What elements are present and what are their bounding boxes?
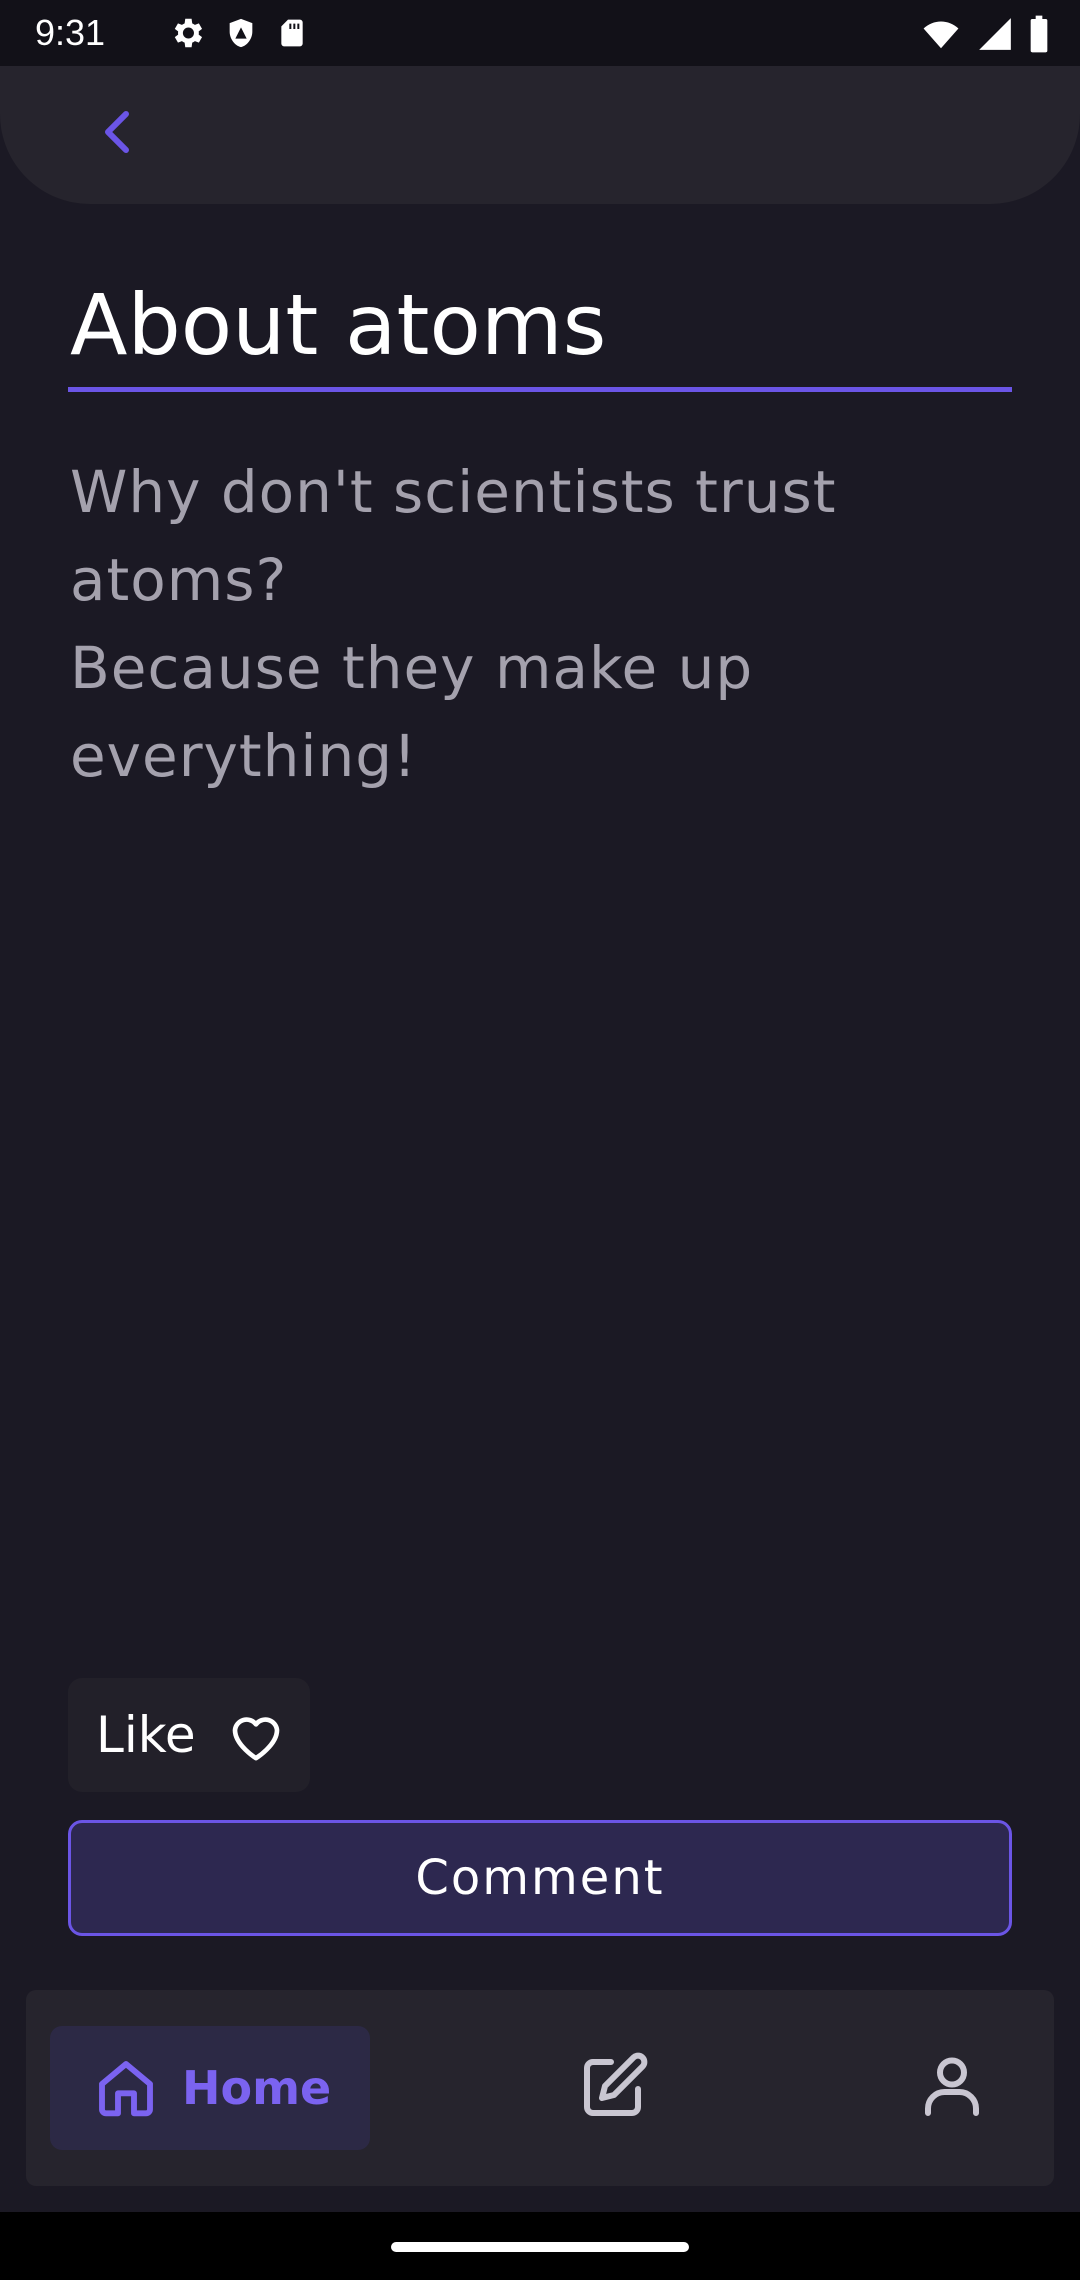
post-title-field[interactable]: About atoms: [68, 270, 1012, 392]
wifi-icon: [920, 15, 962, 57]
sd-card-icon: [276, 14, 308, 56]
screen: 9:31 About atoms Why don't scientists tr…: [0, 0, 1080, 2280]
nav-item-home[interactable]: Home: [50, 2026, 370, 2150]
status-time: 9:31: [35, 12, 106, 53]
chevron-left-icon: [98, 108, 138, 160]
signal-icon: [976, 15, 1014, 57]
shield-icon: [224, 14, 258, 56]
nav-item-edit[interactable]: [578, 2050, 650, 2122]
gesture-handle[interactable]: [391, 2242, 689, 2252]
top-app-bar: [0, 66, 1080, 204]
user-icon: [916, 2057, 988, 2126]
home-icon: [94, 2056, 158, 2120]
comment-label: Comment: [415, 1850, 665, 1906]
bottom-navigation: Home: [26, 1990, 1054, 2186]
gear-icon: [168, 14, 206, 56]
nav-item-profile[interactable]: [916, 2050, 988, 2122]
edit-icon: [578, 2052, 650, 2126]
status-left-icons: [168, 14, 308, 56]
back-button[interactable]: [90, 106, 146, 162]
battery-icon: [1028, 14, 1050, 58]
system-gesture-area: [0, 2212, 1080, 2280]
post-body: Why don't scientists trust atoms? Becaus…: [70, 458, 837, 790]
like-label: Like: [96, 1706, 196, 1764]
heart-outline-icon: [228, 1710, 284, 1762]
status-right-icons: [920, 14, 1050, 58]
like-button[interactable]: Like: [68, 1678, 310, 1792]
post-title: About atoms: [70, 276, 607, 374]
status-bar: 9:31: [0, 0, 1080, 66]
comment-button[interactable]: Comment: [68, 1820, 1012, 1936]
nav-item-home-label: Home: [182, 2061, 332, 2115]
